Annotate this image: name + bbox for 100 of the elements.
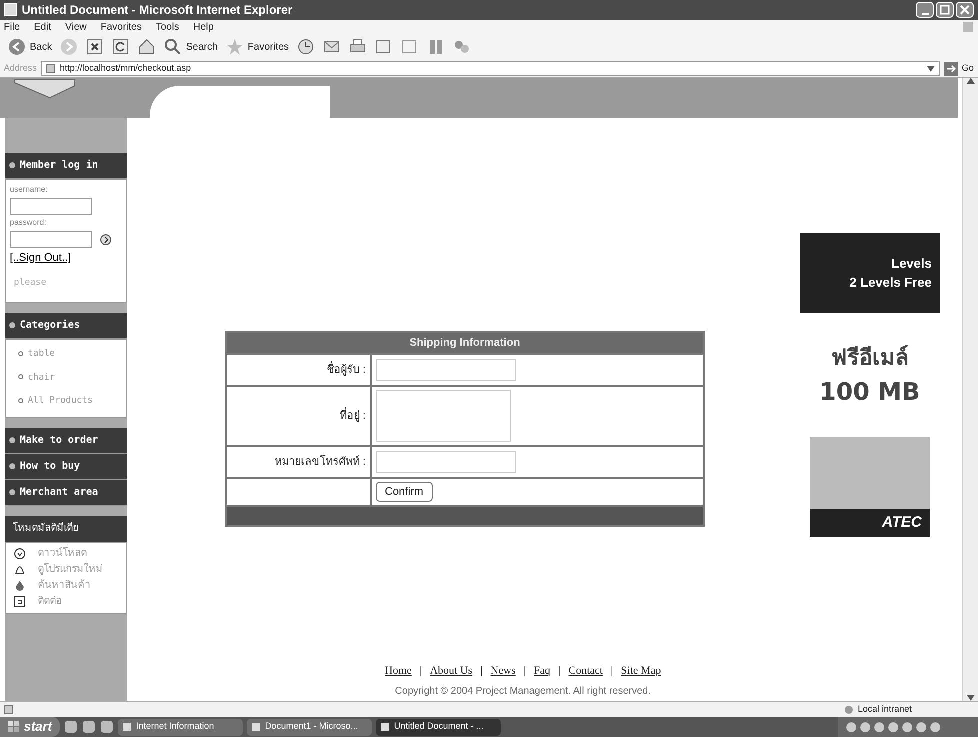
window-icon — [380, 722, 390, 732]
quick-launch-button[interactable] — [82, 720, 96, 734]
close-icon — [960, 5, 970, 15]
back-button[interactable]: Back — [8, 38, 52, 56]
bullet-icon — [9, 462, 16, 470]
bullet-icon — [9, 436, 16, 444]
sidebar-heading: โหมดมัลติมีเดีย — [5, 516, 127, 542]
page-icon — [4, 704, 14, 714]
clock-icon — [297, 38, 316, 56]
window-icon — [251, 722, 262, 732]
field-label: หมายเลขโทรศัพท์ : — [227, 447, 370, 477]
taskbar-button[interactable]: Document1 - Microso... — [247, 718, 372, 736]
minimize-button[interactable] — [916, 2, 934, 18]
close-button[interactable] — [956, 2, 974, 18]
start-button[interactable]: start — [0, 717, 60, 737]
window-icon — [4, 3, 18, 17]
password-label: password: — [10, 217, 48, 229]
square-icon — [14, 596, 26, 608]
minimize-icon — [922, 13, 928, 15]
page-icon — [46, 64, 56, 74]
password-field[interactable] — [10, 231, 92, 248]
bullet-icon — [18, 398, 24, 404]
windows-logo-icon — [962, 21, 974, 33]
page-icon — [401, 38, 420, 56]
tray-icon — [846, 722, 857, 732]
refresh-button[interactable] — [112, 38, 130, 56]
sidebar-heading[interactable]: Member log in — [5, 153, 127, 179]
login-button[interactable] — [100, 234, 112, 246]
stop-icon — [86, 38, 104, 56]
search-button[interactable]: Search — [164, 38, 218, 56]
link-separator: | — [420, 664, 422, 679]
ad-banner[interactable]: Levels 2 Levels Free — [800, 233, 940, 313]
up-arrow-icon — [966, 78, 974, 84]
text-input[interactable] — [376, 451, 516, 473]
zone-status: Local intranet — [844, 702, 974, 716]
footer-link[interactable]: Contact — [568, 663, 603, 680]
footer-link[interactable]: Faq — [534, 663, 551, 680]
footer-link[interactable]: About Us — [430, 663, 473, 680]
taskbar-button[interactable]: Internet Information — [118, 718, 244, 736]
sidebar-heading[interactable]: Categories — [5, 313, 127, 339]
globe-icon — [844, 704, 854, 714]
sign-out-link[interactable]: [..Sign Out..] — [10, 250, 122, 266]
address-input[interactable] — [376, 390, 511, 442]
bullet-icon — [9, 488, 16, 496]
address-label: Address — [4, 62, 38, 75]
menu-item[interactable]: File — [4, 20, 20, 34]
bell-icon — [14, 564, 26, 576]
sidebar-heading[interactable]: Merchant area — [5, 480, 127, 506]
tray-icon — [902, 722, 913, 732]
home-icon — [138, 38, 156, 56]
field-label: ชื่อผู้รับ : — [227, 355, 370, 385]
address-field[interactable]: http://localhost/mm/checkout.asp — [41, 61, 940, 76]
scrollbar[interactable] — [962, 78, 978, 701]
ad-banner[interactable]: ATEC — [810, 437, 930, 537]
bullet-icon — [9, 162, 16, 169]
form-title: Shipping Information — [227, 333, 703, 353]
discuss-button[interactable] — [401, 38, 420, 56]
tray-icon — [860, 722, 871, 732]
tray-icon — [916, 722, 927, 732]
stop-button[interactable] — [86, 38, 104, 56]
menu-item[interactable]: Favorites — [100, 20, 142, 34]
bullet-icon — [18, 374, 24, 380]
sidebar-heading[interactable]: How to buy — [5, 454, 127, 480]
go-button[interactable]: Go — [944, 62, 974, 76]
text-input[interactable] — [376, 359, 516, 381]
home-button[interactable] — [138, 38, 156, 56]
quick-launch-button[interactable] — [100, 720, 114, 734]
edit-button[interactable] — [375, 38, 394, 56]
menu-item[interactable]: View — [65, 20, 87, 34]
droplet-icon — [14, 580, 26, 592]
refresh-icon — [112, 38, 130, 56]
browser-icon — [82, 720, 96, 734]
sidebar-heading[interactable]: Make to order — [5, 428, 127, 454]
login-note: please — [13, 276, 48, 290]
menu-item[interactable]: Tools — [156, 20, 180, 34]
maximize-button[interactable] — [936, 2, 954, 18]
taskbar-button[interactable]: Untitled Document - ... — [376, 718, 502, 736]
ad-text: Levels — [892, 254, 932, 272]
bullet-icon — [18, 350, 24, 357]
footer-link[interactable]: Home — [385, 663, 412, 680]
footer-link[interactable]: Site Map — [621, 663, 662, 680]
tray-icon — [874, 722, 885, 732]
ad-banner[interactable]: ฟรีอีเมล์ 100 MB — [800, 335, 940, 415]
quick-launch-button[interactable] — [64, 720, 78, 734]
menu-item[interactable]: Edit — [34, 20, 52, 34]
link-separator: | — [524, 664, 526, 679]
username-field[interactable] — [10, 198, 92, 215]
footer-link[interactable]: News — [490, 663, 516, 680]
confirm-button[interactable]: Confirm — [376, 482, 433, 502]
window-title: Untitled Document - Microsoft Internet Explorer — [22, 2, 293, 19]
page-icon — [375, 38, 394, 56]
maximize-icon — [940, 5, 950, 15]
menu-item[interactable]: Help — [193, 20, 214, 34]
link-separator: | — [480, 664, 483, 679]
copyright-text: Copyright © 2004 Project Management. All right reserved. — [395, 684, 652, 698]
star-icon — [226, 38, 244, 56]
messenger-button[interactable] — [453, 38, 472, 56]
history-button[interactable] — [297, 38, 316, 56]
clock-icon — [14, 548, 26, 560]
favorites-button[interactable]: Favorites — [226, 38, 290, 56]
